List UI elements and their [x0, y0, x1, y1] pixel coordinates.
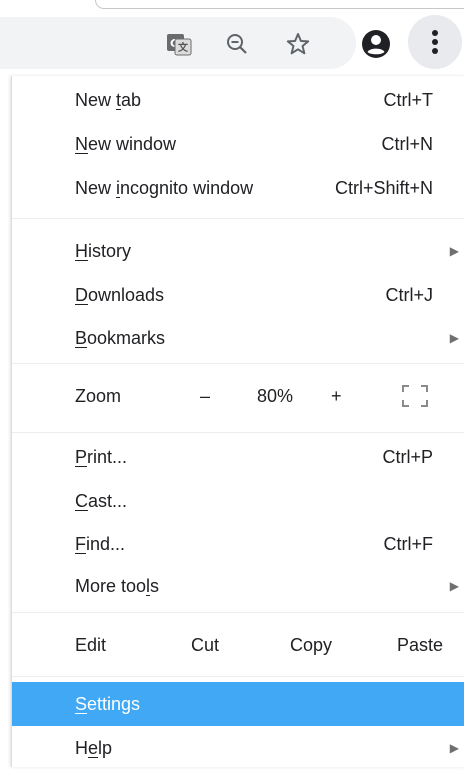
submenu-arrow-icon: ▶ [449, 244, 459, 258]
menu-item-label: Downloads [75, 285, 165, 305]
zoom-out-button[interactable]: – [200, 374, 210, 418]
menu-separator [12, 612, 464, 613]
more-vert-icon [432, 30, 438, 54]
menu-item-label: New tab [75, 90, 142, 110]
menu-item-label: New window [75, 134, 177, 154]
translate-icon[interactable]: G 文 [164, 30, 194, 58]
menu-item-label: History [75, 241, 132, 261]
copy-button[interactable]: Copy [290, 623, 332, 667]
svg-text:文: 文 [178, 41, 189, 54]
menu-item-label: Cast... [75, 491, 128, 511]
bookmark-star-icon[interactable] [284, 30, 312, 58]
menu-item-label: Bookmarks [75, 328, 166, 348]
shortcut-label: Ctrl+N [381, 134, 433, 154]
chrome-main-menu: New tab Ctrl+T New window Ctrl+N New inc… [11, 76, 464, 767]
menu-item-new-incognito-window[interactable]: New incognito window Ctrl+Shift+N [12, 166, 464, 210]
shortcut-label: Ctrl+Shift+N [334, 178, 433, 198]
menu-item-settings[interactable]: Settings [12, 682, 464, 726]
shortcut-label: Ctrl+T [383, 90, 434, 110]
menu-item-print[interactable]: Print... Ctrl+P [12, 435, 464, 479]
menu-item-more-tools[interactable]: More tools ▶ [12, 564, 464, 608]
menu-separator [12, 432, 464, 433]
menu-separator [12, 218, 464, 219]
menu-item-find[interactable]: Find... Ctrl+F [12, 522, 464, 566]
shortcut-label: Ctrl+F [383, 534, 434, 554]
menu-separator [12, 676, 464, 677]
menu-item-zoom: Zoom – 80% + [12, 374, 464, 418]
menu-item-new-window[interactable]: New window Ctrl+N [12, 122, 464, 166]
browser-toolbar: G 文 [0, 0, 464, 80]
shortcut-label: Ctrl+P [382, 447, 433, 467]
submenu-arrow-icon: ▶ [449, 331, 459, 345]
shortcut-label: Ctrl+J [385, 285, 433, 305]
menu-item-edit: Edit Cut Copy Paste [12, 623, 464, 667]
zoom-out-icon[interactable] [223, 30, 251, 58]
menu-item-label: More tools [75, 576, 160, 596]
zoom-in-button[interactable]: + [331, 374, 342, 418]
menu-item-history[interactable]: History ▶ [12, 229, 464, 273]
zoom-label: Zoom [75, 386, 122, 406]
zoom-level: 80% [257, 386, 294, 406]
menu-item-help[interactable]: Help ▶ [12, 726, 464, 770]
fullscreen-icon[interactable] [402, 385, 428, 407]
submenu-arrow-icon: ▶ [449, 579, 459, 593]
tab-strip-edge [95, 0, 464, 9]
more-menu-button[interactable] [408, 15, 462, 69]
menu-item-label: Settings [75, 694, 141, 714]
menu-item-label: Print... [75, 447, 128, 467]
menu-separator [12, 363, 464, 364]
menu-item-bookmarks[interactable]: Bookmarks ▶ [12, 316, 464, 360]
menu-item-downloads[interactable]: Downloads Ctrl+J [12, 273, 464, 317]
menu-item-label: New incognito window [75, 178, 254, 198]
account-icon[interactable] [360, 28, 392, 60]
paste-button[interactable]: Paste [397, 623, 443, 667]
cut-button[interactable]: Cut [191, 623, 219, 667]
edit-label: Edit [75, 635, 107, 655]
menu-item-label: Find... [75, 534, 126, 554]
menu-item-new-tab[interactable]: New tab Ctrl+T [12, 78, 464, 122]
submenu-arrow-icon: ▶ [449, 741, 459, 755]
menu-item-cast[interactable]: Cast... [12, 479, 464, 523]
menu-item-label: Help [75, 738, 113, 758]
